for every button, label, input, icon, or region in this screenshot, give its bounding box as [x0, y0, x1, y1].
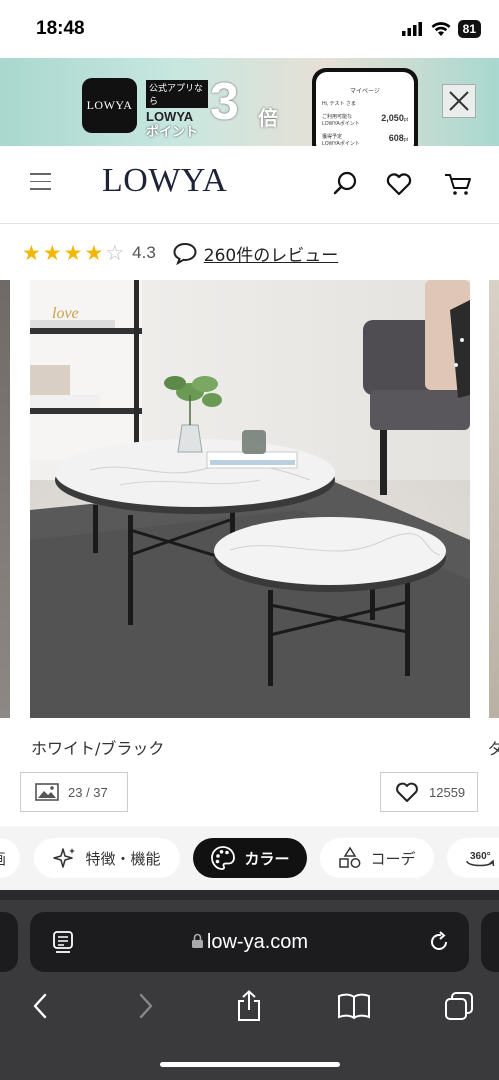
- banner-tagline: 公式アプリなら LOWYA ポイント: [146, 80, 208, 139]
- home-indicator: [160, 1062, 340, 1067]
- back-button[interactable]: [22, 990, 58, 1022]
- close-icon: [449, 91, 469, 111]
- status-icons: 81: [401, 20, 481, 38]
- phone-row-label: 獲得予定 LOWYAポイント: [322, 134, 360, 146]
- banner-close-button[interactable]: [442, 84, 476, 118]
- tab-360[interactable]: 360°: [447, 838, 499, 878]
- banner-multiplier: 3: [210, 73, 239, 131]
- heart-icon: [386, 173, 412, 196]
- phone-row-label: ご利用可能な LOWYAポイント: [322, 114, 360, 127]
- color-variant-label: ホワイト/ブラック: [31, 739, 165, 758]
- next-color-label-peek: ダ: [488, 739, 499, 758]
- tabs-button[interactable]: [441, 990, 477, 1022]
- next-tab-peek[interactable]: [481, 912, 499, 972]
- heart-icon: [396, 782, 418, 802]
- chevron-left-icon: [33, 993, 47, 1019]
- phone-row-unit: pt: [403, 117, 408, 123]
- url-text: low-ya.com: [206, 931, 309, 953]
- star-full-icon: ★: [22, 240, 41, 265]
- rating-value: 4.3: [132, 243, 156, 262]
- book-icon: [338, 993, 370, 1020]
- favorites-button[interactable]: [385, 170, 413, 198]
- phone-row-value: 608: [388, 133, 404, 143]
- sparkle-icon: [53, 848, 76, 868]
- status-time: 18:48: [36, 18, 85, 39]
- banner-tag-small: 公式アプリなら: [146, 80, 208, 108]
- carousel-next-peek[interactable]: [489, 280, 499, 718]
- banner-tag-line1: LOWYA: [146, 109, 194, 124]
- chevron-right-icon: [139, 993, 153, 1019]
- feature-tabs: 画 特徴・機能 カラー コーデ 360°: [0, 826, 499, 890]
- carousel-prev-peek[interactable]: [0, 280, 10, 718]
- site-header: LOWYA: [0, 146, 499, 224]
- speech-bubble-icon: [173, 242, 197, 265]
- bookmarks-button[interactable]: [336, 990, 372, 1022]
- tab-partial-left[interactable]: 画: [0, 838, 20, 878]
- share-icon: [238, 990, 260, 1021]
- banner-multiplier-suffix: 倍: [258, 108, 278, 130]
- banner-phone-mockup: マイページ Hi, テスト さま ご利用可能な LOWYAポイント 2,050p…: [312, 68, 418, 146]
- cart-icon: [445, 174, 471, 195]
- search-button[interactable]: [332, 170, 360, 198]
- product-image[interactable]: love: [30, 280, 470, 718]
- tabs-icon: [445, 992, 473, 1020]
- svg-text:love: love: [52, 305, 79, 322]
- phone-title: マイページ: [350, 89, 380, 95]
- site-logo[interactable]: LOWYA: [102, 162, 227, 200]
- palette-icon: [211, 846, 236, 870]
- tab-label: 360°: [470, 851, 491, 862]
- star-full-icon: ★: [42, 240, 62, 265]
- tab-label: 特徴・機能: [85, 849, 161, 868]
- share-button[interactable]: [231, 990, 267, 1022]
- tab-color[interactable]: カラー: [193, 838, 307, 878]
- phone-row-value: 2,050: [381, 113, 404, 123]
- banner-tag-line2: ポイント: [146, 124, 199, 139]
- star-rating: ★ ★ ★ ★ ☆: [22, 240, 125, 265]
- cart-button[interactable]: [443, 170, 471, 198]
- browser-toolbar-divider: [0, 890, 499, 900]
- forward-button[interactable]: [128, 990, 164, 1022]
- review-link-text[interactable]: 260件のレビュー: [204, 241, 338, 266]
- image-counter-button[interactable]: 23 / 37: [20, 772, 128, 812]
- tab-label: カラー: [244, 849, 290, 868]
- signal-icon: [401, 22, 422, 36]
- phone-screen: マイページ Hi, テスト さま ご利用可能な LOWYAポイント 2,050p…: [316, 72, 414, 146]
- shapes-icon: [339, 846, 361, 868]
- address-bar[interactable]: low-ya.com: [30, 912, 469, 972]
- banner-app-logo: LOWYA: [82, 78, 137, 133]
- phone-greeting: Hi, テスト さま: [322, 101, 356, 107]
- app-promo-banner[interactable]: LOWYA 公式アプリなら LOWYA ポイント 3 倍 マイページ Hi, テ…: [0, 58, 499, 146]
- search-icon: [333, 171, 357, 195]
- reload-icon[interactable]: [427, 930, 451, 954]
- url-display: low-ya.com: [30, 931, 469, 954]
- rating-row: ★ ★ ★ ★ ☆ 4.3 260件のレビュー: [22, 238, 338, 268]
- phone-row-1: ご利用可能な LOWYAポイント 2,050pt: [322, 113, 408, 127]
- tab-label: コーデ: [370, 849, 416, 868]
- review-link[interactable]: 260件のレビュー: [172, 241, 338, 266]
- menu-icon[interactable]: [30, 173, 51, 191]
- image-icon: [35, 783, 59, 801]
- favorite-button[interactable]: 12559: [380, 772, 478, 812]
- phone-row-2: 獲得予定 LOWYAポイント 608pt: [322, 133, 408, 146]
- lock-icon: [191, 933, 203, 948]
- tab-label: 画: [0, 848, 6, 869]
- image-counter-text: 23 / 37: [68, 784, 108, 800]
- favorite-count: 12559: [429, 784, 466, 800]
- status-bar: 18:48 81: [0, 0, 499, 58]
- wifi-icon: [431, 21, 451, 36]
- phone-row-unit: pt: [403, 137, 408, 143]
- tab-features[interactable]: 特徴・機能: [34, 838, 180, 878]
- browser-toolbar: low-ya.com: [0, 890, 499, 1080]
- star-full-icon: ★: [84, 240, 104, 265]
- star-empty-icon: ☆: [105, 240, 125, 265]
- prev-tab-peek[interactable]: [0, 912, 18, 972]
- battery-indicator: 81: [457, 20, 481, 38]
- product-photo: love: [30, 280, 470, 718]
- tab-coordinate[interactable]: コーデ: [320, 838, 434, 878]
- rotate-360-icon: 360°: [466, 851, 495, 867]
- star-full-icon: ★: [63, 240, 83, 265]
